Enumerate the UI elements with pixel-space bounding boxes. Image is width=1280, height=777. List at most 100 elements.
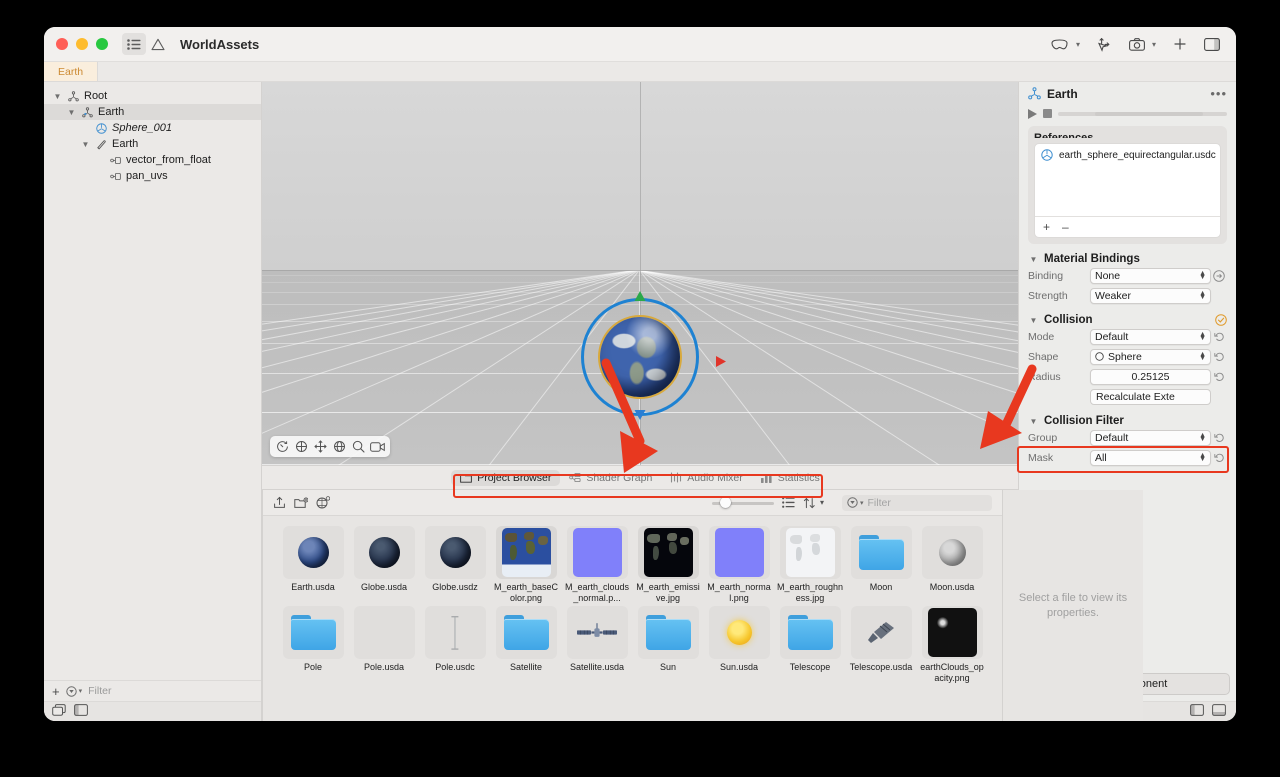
list-view-icon[interactable] — [782, 497, 795, 508]
file-item[interactable]: M_earth_clouds_normal.p... — [563, 526, 631, 604]
play-icon[interactable] — [1028, 108, 1037, 119]
scene-tree-item[interactable]: ▼ Earth — [44, 104, 261, 120]
file-thumbnail[interactable] — [708, 606, 770, 659]
stop-icon[interactable] — [1043, 109, 1052, 118]
tab-statistics[interactable]: Statistics — [752, 470, 829, 486]
scene-tree[interactable]: ▼ Root ▼ Earth Sphere_001 ▼ Earth vector_from_f… — [44, 82, 261, 680]
camera-icon[interactable] — [1125, 36, 1149, 53]
file-thumbnail[interactable] — [353, 606, 415, 659]
tab-project-browser[interactable]: Project Browser — [451, 469, 561, 486]
file-thumbnail[interactable] — [566, 606, 628, 659]
timeline-track[interactable] — [1058, 111, 1227, 116]
stepper-chevrons-icon[interactable]: ▲ ▼ — [1199, 290, 1206, 301]
move-icon[interactable] — [312, 438, 329, 455]
scene-filter-input[interactable]: Filter — [88, 685, 111, 697]
stepper-chevrons-icon[interactable]: ▲ ▼ — [1199, 270, 1206, 281]
file-item[interactable]: Sun.usda — [705, 606, 773, 684]
breadcrumb-item-earth[interactable]: Earth — [44, 62, 99, 81]
file-item[interactable]: M_earth_roughness.jpg — [776, 526, 844, 604]
sidebar-list-icon[interactable] — [122, 33, 146, 55]
file-thumbnail[interactable] — [921, 606, 983, 659]
import-icon[interactable] — [273, 496, 286, 509]
file-grid[interactable]: Earth.usda Globe.usda Globe.usdz M_earth_ba… — [279, 526, 986, 684]
inspector-select[interactable]: Sphere ▲ ▼ — [1090, 348, 1211, 365]
left-panel-icon[interactable] — [74, 703, 88, 721]
sort-icon[interactable]: ▾ — [803, 497, 824, 509]
file-item[interactable]: Earth.usda — [279, 526, 347, 604]
revert-icon[interactable] — [1211, 371, 1227, 382]
right-panel-icon[interactable] — [1200, 36, 1224, 53]
bottom-panel-icon[interactable] — [1212, 703, 1226, 721]
file-item[interactable]: Moon — [847, 526, 915, 604]
filter-scope-icon[interactable]: ▾ — [65, 685, 82, 697]
stepper-chevrons-icon[interactable]: ▲ ▼ — [1199, 331, 1206, 342]
file-item[interactable]: Pole.usda — [350, 606, 418, 684]
chevron-down-icon[interactable]: ▼ — [1028, 316, 1039, 325]
close-button[interactable] — [56, 38, 68, 50]
inspector-sections[interactable]: ▼ Material Bindings Binding None ▲ ▼ Strength W… — [1028, 253, 1227, 467]
revert-icon[interactable] — [1211, 452, 1227, 463]
inspector-more-button[interactable]: ••• — [1210, 86, 1227, 101]
revert-icon[interactable] — [1211, 351, 1227, 362]
stepper-chevrons-icon[interactable]: ▲ ▼ — [1199, 452, 1206, 463]
file-thumbnail[interactable] — [850, 606, 912, 659]
x-axis-arrow[interactable] — [715, 355, 726, 373]
chevron-down-icon[interactable]: ▼ — [52, 92, 63, 101]
chevron-down-icon[interactable]: ▾ — [1152, 40, 1156, 49]
zoom-button[interactable] — [96, 38, 108, 50]
file-thumbnail[interactable] — [850, 526, 912, 579]
chevron-down-icon[interactable]: ▾ — [820, 498, 824, 507]
file-grid-scroll[interactable]: Earth.usda Globe.usda Globe.usdz M_earth_ba… — [263, 516, 1002, 721]
file-thumbnail[interactable] — [708, 526, 770, 579]
file-item[interactable]: Globe.usdz — [421, 526, 489, 604]
enabled-check-icon[interactable] — [1215, 314, 1227, 326]
slider-knob[interactable] — [719, 496, 731, 508]
file-thumbnail[interactable] — [495, 606, 557, 659]
pan-target-icon[interactable] — [293, 438, 310, 455]
warning-triangle-icon[interactable] — [146, 33, 170, 55]
file-item[interactable]: Moon.usda — [918, 526, 986, 604]
file-filter-input[interactable]: ▾ Filter — [842, 494, 992, 511]
file-thumbnail[interactable] — [282, 526, 344, 579]
file-item[interactable]: Pole — [279, 606, 347, 684]
rotate-icon[interactable] — [331, 438, 348, 455]
y-axis-arrow[interactable] — [634, 289, 647, 307]
orbit-icon[interactable] — [274, 438, 291, 455]
chevron-down-icon[interactable]: ▼ — [66, 108, 77, 117]
zoom-icon[interactable] — [350, 438, 367, 455]
left-panel-icon[interactable] — [1190, 703, 1204, 721]
file-thumbnail[interactable] — [424, 606, 486, 659]
file-thumbnail[interactable] — [779, 526, 841, 579]
file-item[interactable]: M_earth_emissive.jpg — [634, 526, 702, 604]
file-item[interactable]: Satellite — [492, 606, 560, 684]
revert-icon[interactable] — [1211, 331, 1227, 342]
file-thumbnail[interactable] — [495, 526, 557, 579]
inspector-section-header[interactable]: ▼ Material Bindings — [1028, 253, 1227, 265]
plus-icon[interactable] — [1169, 35, 1191, 53]
new-folder-icon[interactable] — [294, 497, 308, 509]
inspector-number-field[interactable]: 0.25125 — [1090, 368, 1211, 385]
file-item[interactable]: Satellite.usda — [563, 606, 631, 684]
inspector-select[interactable]: Default ▲ ▼ — [1090, 429, 1211, 446]
file-item[interactable]: Sun — [634, 606, 702, 684]
inspector-select[interactable]: None ▲ ▼ — [1090, 267, 1211, 284]
inspector-select[interactable]: Weaker ▲ ▼ — [1090, 287, 1211, 304]
remove-reference-button[interactable]: – — [1062, 220, 1069, 234]
file-item[interactable]: Telescope — [776, 606, 844, 684]
scene-tree-item[interactable]: Sphere_001 — [44, 120, 261, 136]
inspector-select[interactable]: Default ▲ ▼ — [1090, 328, 1211, 345]
chevron-down-icon[interactable]: ▼ — [80, 140, 91, 149]
thumbnail-size-slider[interactable] — [711, 496, 774, 509]
tab-audio-mixer[interactable]: Audio Mixer — [661, 470, 751, 486]
file-thumbnail[interactable] — [566, 526, 628, 579]
minimize-button[interactable] — [76, 38, 88, 50]
new-material-icon[interactable] — [316, 496, 330, 509]
file-thumbnail[interactable] — [779, 606, 841, 659]
recalculate-extents-button[interactable]: Recalculate Exte — [1090, 388, 1211, 405]
add-entity-button[interactable]: + — [52, 684, 60, 699]
revert-icon[interactable] — [1211, 432, 1227, 443]
vision-headset-icon[interactable] — [1046, 36, 1073, 53]
camera-record-icon[interactable] — [369, 438, 386, 455]
scene-tree-item[interactable]: vector_from_float — [44, 152, 261, 168]
inspector-body[interactable]: References earth_sphere_equirectangular.… — [1019, 122, 1236, 673]
